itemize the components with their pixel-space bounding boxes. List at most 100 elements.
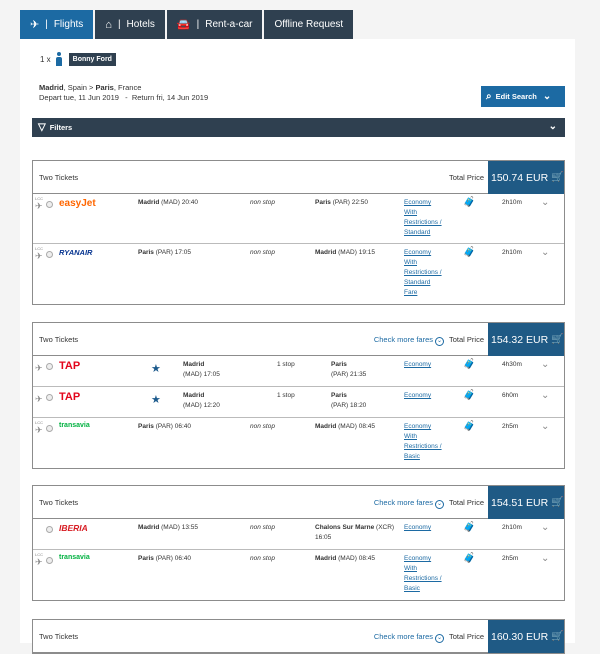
- segment-radio[interactable]: [46, 425, 53, 432]
- arrival-code: (MAD): [338, 555, 357, 562]
- arrival-code: (XCR): [376, 524, 395, 531]
- departure-city: Paris: [138, 423, 154, 430]
- filters-bar[interactable]: ▽ Filters ⌄: [32, 118, 565, 137]
- departure-time: 17:05: [203, 371, 220, 378]
- check-more-fares-link[interactable]: Check more fares ⌄: [374, 498, 444, 509]
- segment-radio[interactable]: [46, 363, 53, 370]
- flight-segment: LCC ✈ transavia Paris (PAR) 06:40 non stop Ma…: [33, 550, 564, 600]
- price-button[interactable]: 154.51 EUR 🛒: [488, 486, 564, 519]
- edit-search-button[interactable]: ⌕ Edit Search ⌄: [481, 86, 565, 107]
- total-price-label: Total Price: [448, 498, 484, 507]
- flight-duration: 2h5m: [502, 555, 519, 562]
- tab-rent-a-car[interactable]: 🚘 | Rent-a-car: [166, 10, 263, 39]
- segment-radio[interactable]: [46, 526, 53, 533]
- chevron-down-icon[interactable]: ⌄: [541, 522, 549, 533]
- stops-info: non stop: [250, 423, 275, 430]
- star-icon: ★: [151, 363, 161, 375]
- filters-label: Filters: [49, 123, 73, 132]
- flight-duration: 4h30m: [502, 361, 522, 368]
- price-button[interactable]: 154.32 EUR 🛒: [488, 323, 564, 356]
- flight-duration: 2h10m: [502, 199, 522, 206]
- baggage-icon[interactable]: 🧳: [463, 359, 475, 370]
- chevron-down-icon[interactable]: ⌄: [541, 247, 549, 258]
- fare-line: Fare: [404, 289, 418, 296]
- departure-city: Madrid: [138, 199, 160, 206]
- baggage-icon[interactable]: 🧳: [463, 522, 475, 533]
- segment-radio[interactable]: [46, 201, 53, 208]
- chevron-down-icon[interactable]: ⌄: [541, 359, 549, 370]
- price-value: 154.32 EUR: [491, 333, 549, 346]
- cart-icon: 🛒: [551, 631, 564, 642]
- passenger-info: 1 x Bonny Ford: [40, 52, 116, 66]
- fare-class-link[interactable]: Economy With Restrictions / Standard: [404, 198, 464, 238]
- arrival-city: Paris: [331, 361, 347, 368]
- fare-class-link[interactable]: Economy: [404, 360, 464, 370]
- price-value: 160.30 EUR: [491, 630, 549, 643]
- fare-class-link[interactable]: Economy With Restrictions / Basic: [404, 554, 464, 594]
- baggage-icon[interactable]: 🧳: [463, 247, 475, 258]
- segment-radio[interactable]: [46, 251, 53, 258]
- fare-line: Economy: [404, 392, 432, 399]
- plane-icon: ✈: [35, 201, 43, 211]
- departure-time: 12:20: [203, 402, 220, 409]
- flight-segment: ✈ TAP ★ Madrid (MAD) 12:20 1 stop Paris (PAR) 1…: [33, 387, 564, 418]
- departure-city: Madrid: [183, 392, 205, 399]
- chevron-down-icon[interactable]: ⌄: [541, 421, 549, 432]
- fare-line: With: [404, 259, 417, 266]
- flight-segment: LCC ✈ transavia Paris (PAR) 06:40 non stop Ma…: [33, 418, 564, 468]
- tab-separator: |: [196, 19, 200, 30]
- check-more-fares-link[interactable]: Check more fares ⌄: [374, 335, 444, 346]
- departure-code: (MAD): [161, 199, 180, 206]
- stops-info: non stop: [250, 524, 275, 531]
- baggage-icon[interactable]: 🧳: [463, 553, 475, 564]
- filter-icon: ▽: [38, 122, 46, 133]
- flight-segment: LCC ✈ easyJet Madrid (MAD) 20:40 non stop Par…: [33, 194, 564, 244]
- check-more-fares-link[interactable]: Check more fares ⌄: [374, 632, 444, 643]
- baggage-icon[interactable]: 🧳: [463, 421, 475, 432]
- flight-duration: 2h10m: [502, 524, 522, 531]
- fare-class-link[interactable]: Economy: [404, 391, 464, 401]
- departure-time: 13:55: [181, 524, 198, 531]
- origin-city: Madrid: [39, 83, 64, 92]
- tab-offline-request[interactable]: Offline Request: [264, 10, 354, 39]
- card-header: Two Tickets Check more fares ⌄ Total Price 1…: [33, 620, 564, 653]
- fare-line: Economy: [404, 199, 432, 206]
- plane-icon: ✈: [35, 425, 43, 435]
- price-button[interactable]: 160.30 EUR 🛒: [488, 620, 564, 653]
- departure-time: 20:40: [181, 199, 198, 206]
- total-price-label: Total Price: [448, 632, 484, 641]
- baggage-icon[interactable]: 🧳: [463, 390, 475, 401]
- price-button[interactable]: 150.74 EUR 🛒: [488, 161, 564, 194]
- departure-time: 06:40: [174, 423, 192, 430]
- airline-logo: TAP: [59, 360, 81, 372]
- baggage-icon[interactable]: 🧳: [463, 197, 475, 208]
- tab-hotels[interactable]: ⌂ | Hotels: [95, 10, 165, 39]
- fare-class-link[interactable]: Economy With Restrictions / Standard Fare: [404, 248, 464, 298]
- price-value: 154.51 EUR: [491, 496, 549, 509]
- itinerary-card: Two Tickets Total Price 150.74 EUR 🛒 LCC ✈ eas…: [32, 160, 565, 305]
- star-icon: ★: [151, 394, 161, 406]
- price-value: 150.74 EUR: [491, 171, 549, 184]
- flight-segment: IBERIA Madrid (MAD) 13:55 non stop Chalons …: [33, 519, 564, 550]
- fare-class-link[interactable]: Economy With Restrictions / Basic: [404, 422, 464, 462]
- origin-country: , Spain >: [63, 83, 96, 92]
- tab-flights[interactable]: ✈ | Flights: [20, 10, 94, 39]
- chevron-down-icon[interactable]: ⌄: [541, 197, 549, 208]
- arrival-city: Madrid: [315, 423, 337, 430]
- fare-class-link[interactable]: Economy: [404, 523, 464, 533]
- itinerary-card: Two Tickets Check more fares ⌄ Total Price 1…: [32, 322, 565, 469]
- destination-country: , France: [113, 83, 142, 92]
- chevron-down-icon: ⌄: [435, 337, 444, 346]
- arrival-time: 16:05: [315, 534, 332, 541]
- total-price-label: Total Price: [448, 173, 484, 182]
- chevron-down-icon[interactable]: ⌄: [541, 390, 549, 401]
- fare-line: Economy: [404, 249, 432, 256]
- departure-code: (MAD): [183, 371, 202, 378]
- departure-time: 06:40: [174, 555, 192, 562]
- segment-radio[interactable]: [46, 557, 53, 564]
- segment-radio[interactable]: [46, 394, 53, 401]
- chevron-down-icon[interactable]: ⌄: [541, 553, 549, 564]
- ticket-count-label: Two Tickets: [39, 632, 79, 641]
- arrival-time: 19:15: [358, 249, 375, 256]
- itinerary-card: Two Tickets Check more fares ⌄ Total Price 1…: [32, 619, 565, 654]
